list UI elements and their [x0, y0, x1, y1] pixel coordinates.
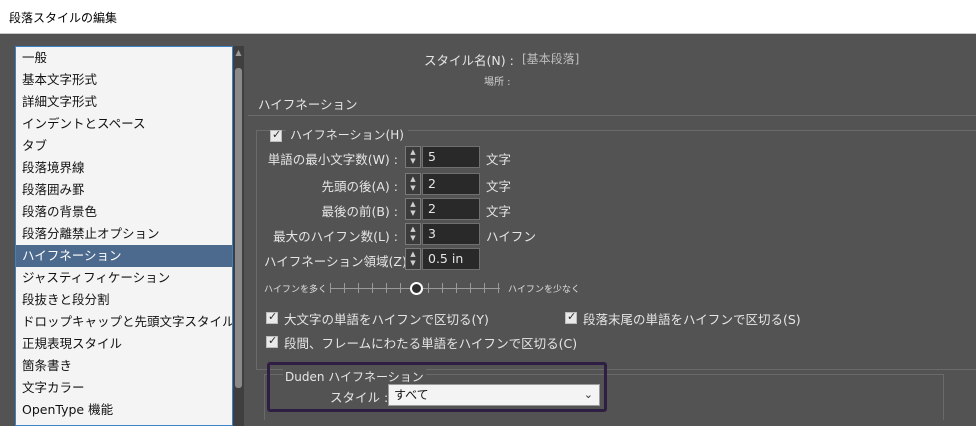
- category-item[interactable]: 一般: [16, 47, 232, 69]
- duden-style-label: スタイル :: [330, 390, 389, 405]
- category-item[interactable]: 箇条書き: [16, 355, 232, 377]
- category-item[interactable]: 段抜きと段分割: [16, 289, 232, 311]
- duden-style-dropdown[interactable]: すべて ⌄: [388, 384, 600, 406]
- category-item[interactable]: 文字カラー: [16, 377, 232, 399]
- slider-tick: [428, 283, 429, 293]
- stepper-arrows-icon[interactable]: ▲ ▼: [405, 248, 421, 270]
- section-divider: [248, 115, 976, 116]
- scroll-thumb[interactable]: [235, 68, 242, 388]
- number-input[interactable]: 2: [422, 173, 480, 195]
- field-label: 単語の最小文字数(W) :: [267, 152, 398, 167]
- category-item[interactable]: 段落囲み罫: [16, 179, 232, 201]
- category-item[interactable]: ハイフネーション: [16, 245, 232, 267]
- number-input[interactable]: 0.5 in: [422, 248, 480, 270]
- stepper-arrows-icon[interactable]: ▲ ▼: [405, 198, 421, 220]
- slider-tick: [372, 283, 373, 293]
- stepper-arrows-icon[interactable]: ▲ ▼: [405, 146, 421, 168]
- field-label: 最後の前(B) :: [321, 204, 398, 219]
- slider-tick: [456, 283, 457, 293]
- last-word-checkbox[interactable]: [565, 310, 577, 324]
- field-label: ハイフネーション領域(Z) :: [264, 254, 416, 269]
- category-item[interactable]: ドロップキャップと先頭文字スタイル: [16, 311, 232, 333]
- scroll-up-icon[interactable]: ▲: [233, 48, 244, 57]
- last-word-label[interactable]: 段落末尾の単語をハイフンで区切る(S): [583, 309, 801, 328]
- slider-left-label: ハイフンを多く: [264, 285, 328, 295]
- number-input[interactable]: 5: [422, 146, 480, 168]
- capitalized-words-checkbox[interactable]: [266, 310, 278, 324]
- category-item[interactable]: 段落分離禁止オプション: [16, 223, 232, 245]
- style-name-field[interactable]: [基本段落]: [522, 50, 579, 67]
- unit-label: 文字: [486, 152, 512, 167]
- dialog-body: 一般 基本文字形式 詳細文字形式 インデントとスペース タブ 段落境界線 段落囲み罫 段落の背…: [0, 34, 976, 426]
- location-label: 場所 :: [484, 77, 511, 88]
- category-item[interactable]: 正規表現スタイル: [16, 333, 232, 355]
- number-input[interactable]: 2: [422, 198, 480, 220]
- slider-tick: [470, 283, 471, 293]
- unit-label: ハイフン: [486, 229, 537, 244]
- category-item[interactable]: 基本文字形式: [16, 69, 232, 91]
- slider-tick: [330, 283, 331, 293]
- category-list[interactable]: 一般 基本文字形式 詳細文字形式 インデントとスペース タブ 段落境界線 段落囲み罫 段落の背…: [15, 46, 233, 426]
- across-column-label[interactable]: 段間、フレームにわたる単語をハイフンで区切る(C): [284, 333, 577, 352]
- category-item[interactable]: 詳細文字形式: [16, 91, 232, 113]
- category-item[interactable]: OpenType 機能: [16, 399, 232, 421]
- category-item[interactable]: タブ: [16, 135, 232, 157]
- category-item[interactable]: 段落境界線: [16, 157, 232, 179]
- slider-tick: [386, 283, 387, 293]
- category-item[interactable]: ジャスティフィケーション: [16, 267, 232, 289]
- stepper-arrows-icon[interactable]: ▲ ▼: [405, 223, 421, 245]
- duden-style-value: すべて: [394, 388, 429, 402]
- category-item[interactable]: 段落の背景色: [16, 201, 232, 223]
- slider-tick: [344, 283, 345, 293]
- stepper-arrows-icon[interactable]: ▲ ▼: [405, 173, 421, 195]
- number-input[interactable]: 3: [422, 223, 480, 245]
- field-label: 先頭の後(A) :: [321, 179, 399, 194]
- field-label: 最大のハイフン数(L) :: [273, 229, 398, 244]
- hyphenation-checkbox[interactable]: [270, 128, 282, 142]
- dialog-title: 段落スタイルの編集: [9, 11, 118, 25]
- slider-tick: [484, 283, 485, 293]
- slider-tick: [442, 283, 443, 293]
- across-column-checkbox[interactable]: [266, 334, 278, 348]
- slider-right-label: ハイフンを少なく: [508, 285, 581, 295]
- slider-tick: [358, 283, 359, 293]
- section-title: ハイフネーション: [258, 97, 358, 112]
- category-item[interactable]: インデントとスペース: [16, 113, 232, 135]
- dialog-titlebar: 段落スタイルの編集: [0, 0, 976, 34]
- category-scrollbar[interactable]: ▲: [233, 46, 244, 426]
- hyphenation-slider-knob[interactable]: [410, 282, 423, 295]
- duden-group-label: Duden ハイフネーション: [283, 368, 426, 385]
- unit-label: 文字: [486, 204, 512, 219]
- slider-tick: [498, 283, 499, 293]
- chevron-down-icon: ⌄: [583, 388, 593, 401]
- capitalized-words-label[interactable]: 大文字の単語をハイフンで区切る(Y): [284, 309, 489, 328]
- slider-tick: [400, 283, 401, 293]
- hyphenation-checkbox-label[interactable]: ハイフネーション(H): [286, 126, 408, 143]
- unit-label: 文字: [486, 179, 512, 194]
- style-name-label: スタイル名(N) :: [424, 53, 514, 68]
